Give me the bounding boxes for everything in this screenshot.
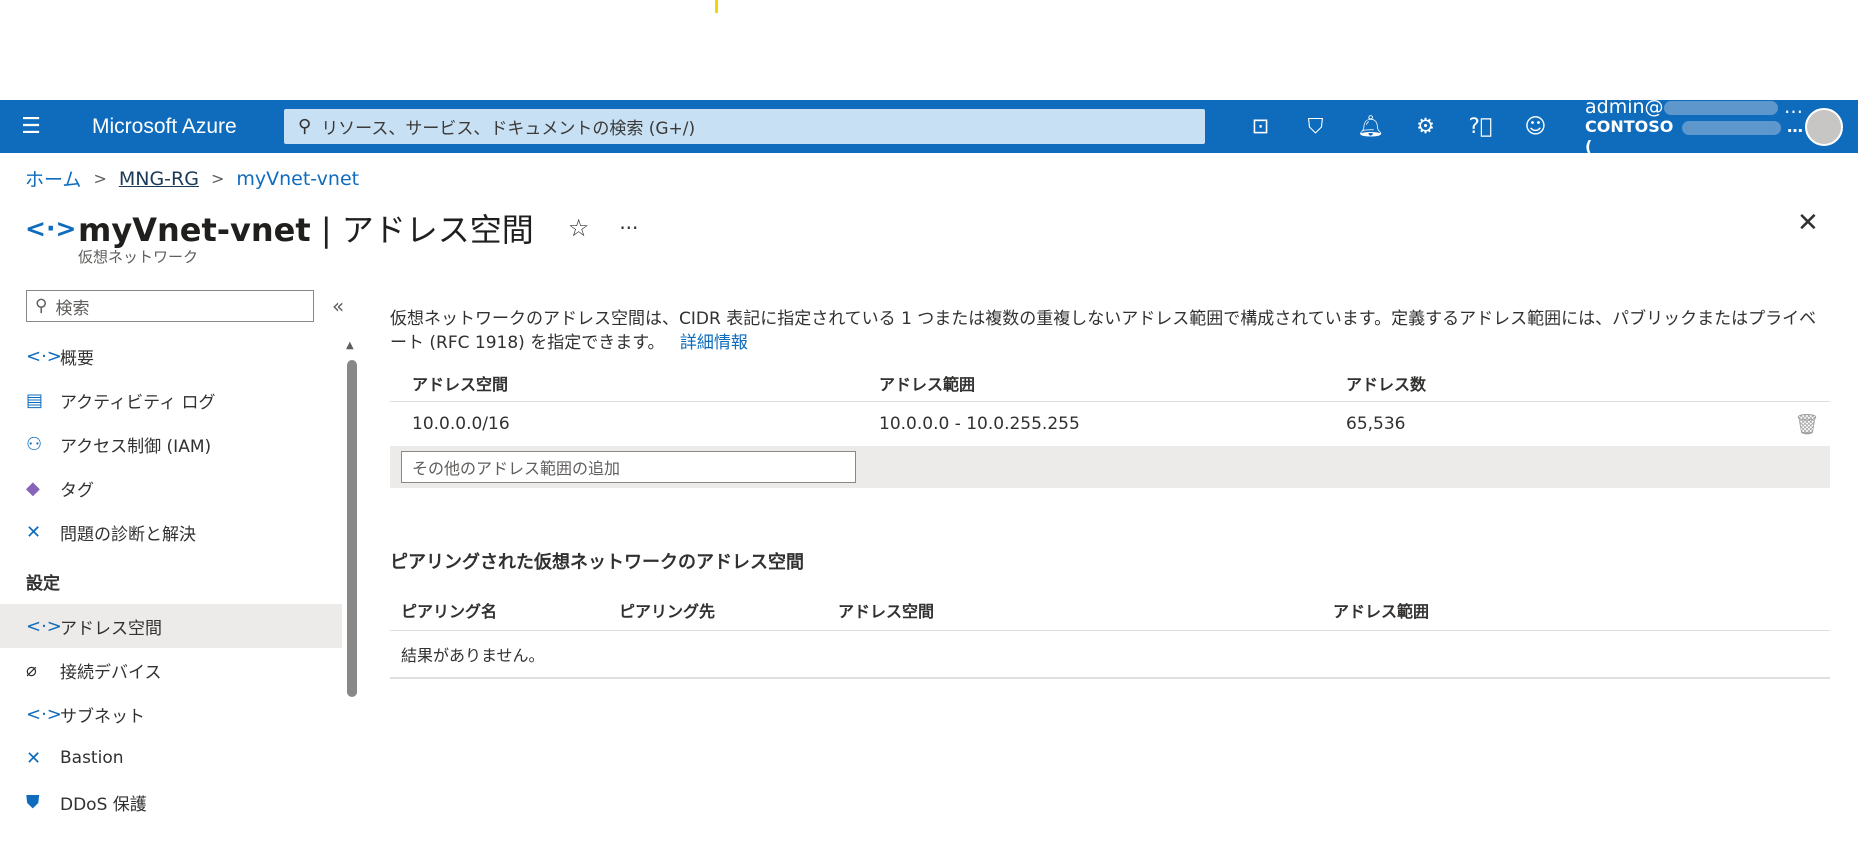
page-title: myVnet-vnet | アドレス空間 bbox=[78, 205, 534, 251]
bastion-icon: ✕ bbox=[26, 747, 42, 769]
account-more: … bbox=[1787, 116, 1803, 136]
avatar[interactable] bbox=[1805, 107, 1843, 146]
more-options-icon[interactable]: ··· bbox=[619, 216, 638, 240]
resource-menu: <·> 概要 ▤ アクティビティ ログ ⚇ アクセス制御 (IAM) ◆ タグ … bbox=[0, 334, 342, 824]
sidebar-section-settings[interactable]: 設定 bbox=[0, 554, 342, 604]
breadcrumb-rg[interactable]: MNG-RG bbox=[119, 168, 199, 190]
global-search-input[interactable]: ⚲ リソース、サービス、ドキュメントの検索 (G+/) bbox=[284, 109, 1205, 144]
sidebar-item-label: タグ bbox=[60, 480, 94, 501]
feedback-icon[interactable]: ☺ bbox=[1508, 114, 1563, 139]
directory-filter-icon[interactable]: ⛉ bbox=[1288, 114, 1343, 139]
delete-icon[interactable]: 🗑︎ bbox=[1784, 412, 1830, 436]
add-address-range-input[interactable]: その他のアドレス範囲の追加 bbox=[401, 451, 856, 483]
redacted-text bbox=[1663, 100, 1778, 115]
sidebar-item-label: Bastion bbox=[60, 748, 124, 768]
sidebar-item-label: アドレス空間 bbox=[60, 618, 162, 639]
breadcrumb-separator: > bbox=[210, 169, 225, 188]
collapse-menu-icon[interactable]: « bbox=[332, 294, 344, 318]
shield-icon: ⛊ bbox=[26, 791, 40, 813]
account-user: admin@ bbox=[1585, 95, 1664, 118]
sidebar-item-overview[interactable]: <·> 概要 bbox=[0, 334, 342, 378]
vnet-icon: <·> bbox=[26, 615, 62, 637]
menu-search-input[interactable]: ⚲ 検索 bbox=[26, 290, 314, 322]
column-header: ピアリング先 bbox=[619, 601, 716, 621]
menu-search-placeholder: 検索 bbox=[55, 298, 90, 319]
page-title-sep: | bbox=[310, 211, 342, 249]
plug-icon: ⌀ bbox=[26, 659, 37, 681]
top-gap bbox=[0, 0, 1860, 100]
sidebar-item-address-space[interactable]: <·> アドレス空間 bbox=[0, 604, 342, 648]
description: 仮想ネットワークのアドレス空間は、CIDR 表記に指定されている 1 つまたは複… bbox=[390, 307, 1830, 355]
column-header: アドレス範囲 bbox=[879, 374, 976, 394]
table-row: 10.0.0.0/16 10.0.0.0 - 10.0.255.255 65,5… bbox=[390, 402, 1830, 446]
sidebar-item-label: 問題の診断と解決 bbox=[60, 524, 196, 545]
breadcrumb-separator: > bbox=[93, 169, 107, 188]
sidebar-item-label: 概要 bbox=[60, 348, 94, 369]
sidebar-item-label: DDoS 保護 bbox=[60, 794, 147, 815]
sidebar-item-label: アクセス制御 (IAM) bbox=[60, 436, 212, 457]
gear-icon[interactable]: ⚙ bbox=[1398, 114, 1453, 139]
vnet-icon: <·> bbox=[26, 345, 62, 367]
brand-link[interactable]: Microsoft Azure bbox=[62, 115, 284, 139]
help-icon[interactable]: ?⃝ bbox=[1453, 114, 1508, 139]
sidebar-item-tags[interactable]: ◆ タグ bbox=[0, 466, 342, 510]
close-icon[interactable]: ✕ bbox=[1797, 208, 1819, 238]
cloud-shell-icon[interactable]: ⊡ bbox=[1233, 114, 1288, 139]
peered-section-title: ピアリングされた仮想ネットワークのアドレス空間 bbox=[390, 552, 804, 573]
search-icon: ⚲ bbox=[35, 296, 48, 316]
people-icon: ⚇ bbox=[26, 433, 43, 455]
peered-empty-message: 結果がありません。 bbox=[390, 631, 1830, 679]
cell-address-space: 10.0.0.0/16 bbox=[412, 414, 510, 434]
main-content: 仮想ネットワークのアドレス空間は、CIDR 表記に指定されている 1 つまたは複… bbox=[390, 300, 1830, 679]
sidebar-item-bastion[interactable]: ✕ Bastion bbox=[0, 736, 342, 780]
cell-address-range: 10.0.0.0 - 10.0.255.255 bbox=[879, 414, 1080, 434]
hamburger-menu-icon[interactable]: ☰ bbox=[0, 114, 62, 139]
sidebar-item-label: サブネット bbox=[60, 706, 145, 727]
sidebar-item-label: 接続デバイス bbox=[60, 662, 162, 683]
learn-more-link[interactable]: 詳細情報 bbox=[680, 333, 748, 353]
vnet-icon: <·> bbox=[26, 703, 62, 725]
tag-icon: ◆ bbox=[26, 477, 40, 499]
column-header: アドレス数 bbox=[1346, 374, 1427, 394]
sidebar-item-iam[interactable]: ⚇ アクセス制御 (IAM) bbox=[0, 422, 342, 466]
sidebar-item-connected-devices[interactable]: ⌀ 接続デバイス bbox=[0, 648, 342, 692]
column-header: アドレス空間 bbox=[412, 374, 509, 394]
sidebar-item-ddos[interactable]: ⛊ DDoS 保護 bbox=[0, 780, 342, 824]
description-text: 仮想ネットワークのアドレス空間は、CIDR 表記に指定されている 1 つまたは複… bbox=[390, 309, 1817, 353]
breadcrumb-home[interactable]: ホーム bbox=[25, 165, 81, 192]
scroll-up-icon[interactable]: ▲ bbox=[346, 340, 354, 351]
column-header: アドレス空間 bbox=[838, 601, 935, 621]
page-title-row: <·> myVnet-vnet | アドレス空間 ☆ ··· bbox=[25, 205, 638, 251]
column-header: アドレス範囲 bbox=[1333, 601, 1430, 621]
portal-header: ☰ Microsoft Azure ⚲ リソース、サービス、ドキュメントの検索 … bbox=[0, 97, 1858, 156]
sidebar-item-diagnose[interactable]: ✕ 問題の診断と解決 bbox=[0, 510, 342, 554]
table-header: アドレス空間 アドレス範囲 アドレス数 bbox=[390, 364, 1830, 402]
address-space-table: アドレス空間 アドレス範囲 アドレス数 10.0.0.0/16 10.0.0.0… bbox=[390, 364, 1830, 488]
add-range-row: その他のアドレス範囲の追加 bbox=[390, 446, 1830, 488]
sidebar-item-subnets[interactable]: <·> サブネット bbox=[0, 692, 342, 736]
cursor-marker bbox=[715, 0, 718, 13]
favorite-star-icon[interactable]: ☆ bbox=[568, 214, 590, 242]
redacted-text bbox=[1681, 120, 1781, 135]
sidebar-scrollbar[interactable] bbox=[347, 360, 357, 697]
cell-address-count: 65,536 bbox=[1346, 414, 1406, 434]
peered-table-header: ピアリング名 ピアリング先 アドレス空間 アドレス範囲 bbox=[390, 589, 1830, 631]
vnet-icon: <·> bbox=[25, 213, 77, 243]
account-org: CONTOSO ( bbox=[1585, 116, 1674, 156]
sidebar-item-activity-log[interactable]: ▤ アクティビティ ログ bbox=[0, 378, 342, 422]
bell-icon[interactable]: 🔔︎ bbox=[1343, 114, 1398, 139]
search-icon: ⚲ bbox=[298, 116, 312, 137]
page-subtitle: 仮想ネットワーク bbox=[78, 248, 199, 266]
page-title-blade: アドレス空間 bbox=[341, 211, 534, 249]
global-search-placeholder: リソース、サービス、ドキュメントの検索 (G+/) bbox=[321, 119, 696, 139]
activity-log-icon: ▤ bbox=[26, 389, 44, 411]
page-title-resource: myVnet-vnet bbox=[78, 211, 311, 249]
wrench-icon: ✕ bbox=[26, 521, 42, 543]
breadcrumb-current[interactable]: myVnet-vnet bbox=[236, 168, 359, 190]
column-header: ピアリング名 bbox=[401, 601, 498, 621]
account-menu[interactable]: admin@ … CONTOSO ( … bbox=[1585, 97, 1803, 157]
sidebar-item-label: アクティビティ ログ bbox=[60, 392, 216, 413]
breadcrumb: ホーム > MNG-RG > myVnet-vnet bbox=[25, 165, 359, 192]
account-more: … bbox=[1784, 95, 1803, 118]
